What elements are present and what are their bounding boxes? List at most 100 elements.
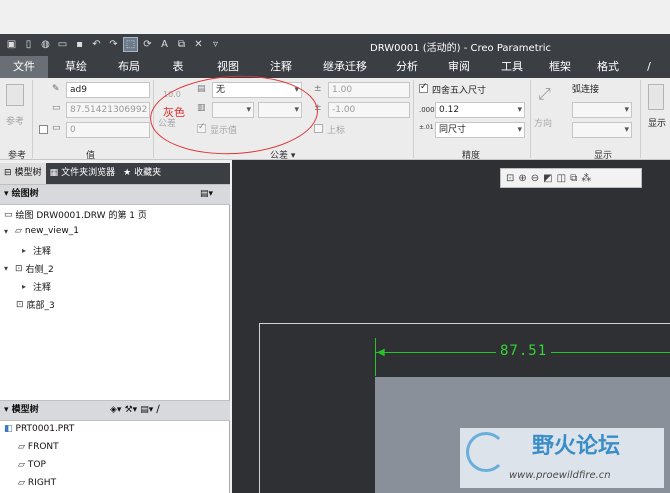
tree-item-label: PRT0001.PRT: [15, 424, 75, 434]
lower-tolerance-field[interactable]: -1.00: [328, 102, 410, 118]
zoom-in-icon[interactable]: ⊕: [518, 173, 526, 184]
select-box-icon[interactable]: ⬚: [123, 37, 138, 52]
superscript-checkbox[interactable]: [314, 124, 323, 133]
folder-browser-icon: ▦: [49, 168, 59, 178]
save-icon[interactable]: ▪: [72, 37, 87, 52]
measured-value-field[interactable]: 87.51421306992: [66, 102, 150, 118]
model-tree-tools-icon[interactable]: ◈▾ ⚒▾ ▤▾ ⧸: [110, 401, 160, 420]
tree-item-label: 绘图 DRW0001.DRW 的第 1 页: [15, 211, 147, 221]
tree-item[interactable]: ◧ PRT0001.PRT: [4, 424, 74, 434]
tree-item[interactable]: ▱ RIGHT: [18, 478, 56, 488]
tab-file[interactable]: 文件: [0, 56, 48, 78]
collapse-icon[interactable]: ▾: [4, 189, 12, 199]
undo-icon[interactable]: ↶: [89, 37, 104, 52]
tab-favorites[interactable]: ★ 收藏夹: [119, 163, 165, 184]
tree-item[interactable]: ▭ 绘图 DRW0001.DRW 的第 1 页: [4, 208, 147, 222]
tree-settings-icon[interactable]: ▤▾: [200, 185, 213, 204]
tree-item[interactable]: ⊡ 底部_3: [16, 298, 55, 312]
new-icon[interactable]: ▯: [21, 37, 36, 52]
override-value-field[interactable]: 0: [66, 122, 150, 138]
font-icon[interactable]: A: [157, 37, 172, 52]
tab-sketch[interactable]: 草绘: [48, 56, 104, 78]
tab-table[interactable]: 表: [154, 56, 202, 78]
dual-dimension-icon: ±.01: [419, 124, 434, 131]
view-icon[interactable]: ◫: [557, 173, 566, 184]
tree-item[interactable]: ▸ 注释: [22, 280, 51, 293]
app-menu-icon[interactable]: ▣: [4, 37, 19, 52]
tree-item-label: RIGHT: [27, 478, 57, 488]
tree-item[interactable]: ▾ ▱ new_view_1: [4, 226, 79, 236]
tab-annotate[interactable]: 注释: [254, 56, 308, 78]
model-tree-header[interactable]: ▾ 模型树 ◈▾ ⚒▾ ▤▾ ⧸: [0, 400, 230, 421]
tab-overflow[interactable]: /: [634, 56, 664, 78]
folder-icon[interactable]: ▭: [55, 37, 70, 52]
reference-label: 参考: [6, 117, 25, 127]
watermark-logo-icon: [466, 432, 506, 472]
tab-model-tree[interactable]: ⊟ 模型树: [0, 163, 46, 184]
tree-item[interactable]: ▸ 注释: [22, 244, 51, 257]
show-icon[interactable]: [648, 84, 664, 110]
override-value-checkbox[interactable]: [39, 125, 48, 134]
tab-layout[interactable]: 布局: [104, 56, 154, 78]
arc-style-dropdown[interactable]: [572, 122, 632, 138]
zoom-out-icon[interactable]: ⊖: [531, 173, 539, 184]
group-reference-title: 参考: [8, 151, 27, 161]
dimension-format-dropdown[interactable]: 同尺寸: [435, 122, 525, 138]
superscript-label: 上标: [327, 126, 346, 136]
open-icon[interactable]: ◍: [38, 37, 53, 52]
window-icon[interactable]: ⧉: [174, 37, 189, 52]
drawing-tree-title: 绘图树: [11, 189, 39, 199]
customize-icon[interactable]: ▿: [208, 37, 223, 52]
view-item-icon: ▱: [15, 226, 22, 236]
reference-icon[interactable]: [6, 84, 24, 106]
show-label: 显示: [648, 119, 667, 129]
round-dimension-checkbox[interactable]: [419, 82, 428, 93]
datum-plane-icon: ▱: [18, 478, 25, 488]
expand-icon[interactable]: ▸: [22, 246, 30, 255]
quick-access-toolbar: ▣ ▯ ◍ ▭ ▪ ↶ ↷ ⬚ ⟳ A ⧉ ✕ ▿: [4, 37, 223, 52]
annotation-text: 灰色: [163, 106, 185, 119]
close-window-icon[interactable]: ✕: [191, 37, 206, 52]
round-dimension-label: 四舍五入尺寸: [432, 86, 487, 96]
annotation-icon[interactable]: ⁂: [581, 173, 591, 184]
expand-icon[interactable]: ▾: [4, 227, 12, 236]
tab-analysis[interactable]: 分析: [382, 56, 432, 78]
dimension-name-field[interactable]: ad9: [66, 82, 150, 98]
tab-view[interactable]: 视图: [202, 56, 254, 78]
zoom-fit-icon[interactable]: ⊡: [506, 173, 514, 184]
direction-icon[interactable]: ⤢: [538, 84, 551, 104]
tab-frame[interactable]: 框架: [538, 56, 582, 78]
collapse-icon[interactable]: ▾: [4, 405, 12, 415]
ribbon-tabs: 文件 草绘 布局 表 视图 注释 继承迁移 分析 审阅 工具 框架 格式 /: [0, 56, 670, 78]
view-item-icon: ⊡: [16, 299, 24, 310]
dimension-text[interactable]: 87.51: [496, 343, 552, 359]
tree-item[interactable]: ▱ TOP: [18, 460, 46, 470]
upper-tolerance-field[interactable]: 1.00: [328, 82, 410, 98]
repaint-icon[interactable]: ◩: [543, 173, 552, 184]
tree-item[interactable]: ▱ FRONT: [18, 442, 59, 452]
tree-item[interactable]: ▾ ⊡ 右侧_2: [4, 262, 54, 276]
tree-item-label: FRONT: [27, 442, 59, 452]
view-item-icon: ⊡: [15, 263, 23, 274]
drawing-tree-header[interactable]: ▾ 绘图树 ▤▾: [0, 184, 230, 205]
tab-folder-browser[interactable]: ▦ 文件夹浏览器: [46, 163, 120, 184]
group-value-title: 值: [86, 151, 96, 161]
title-bar: ▣ ▯ ◍ ▭ ▪ ↶ ↷ ⬚ ⟳ A ⧉ ✕ ▿ DRW0001 (活动的) …: [0, 34, 670, 56]
redo-icon[interactable]: ↷: [106, 37, 121, 52]
watermark-url: www.proewildfire.cn: [509, 470, 611, 481]
tab-format[interactable]: 格式: [582, 56, 634, 78]
group-separator: [530, 80, 531, 158]
regen-icon[interactable]: ⟳: [140, 37, 155, 52]
tab-model-tree-label: 模型树: [14, 168, 42, 178]
decimal-places-dropdown[interactable]: 0.12: [435, 102, 525, 118]
expand-icon[interactable]: ▾: [4, 264, 12, 273]
tab-tools[interactable]: 工具: [486, 56, 538, 78]
direction-label: 方向: [534, 119, 553, 129]
group-separator: [413, 80, 414, 158]
expand-icon[interactable]: ▸: [22, 282, 30, 291]
arc-dropdown[interactable]: [572, 102, 632, 118]
tab-review[interactable]: 审阅: [432, 56, 486, 78]
layers-icon[interactable]: ⧉: [570, 173, 577, 184]
tab-legacy-migration[interactable]: 继承迁移: [308, 56, 382, 78]
tree-item-label: 注释: [33, 283, 52, 293]
